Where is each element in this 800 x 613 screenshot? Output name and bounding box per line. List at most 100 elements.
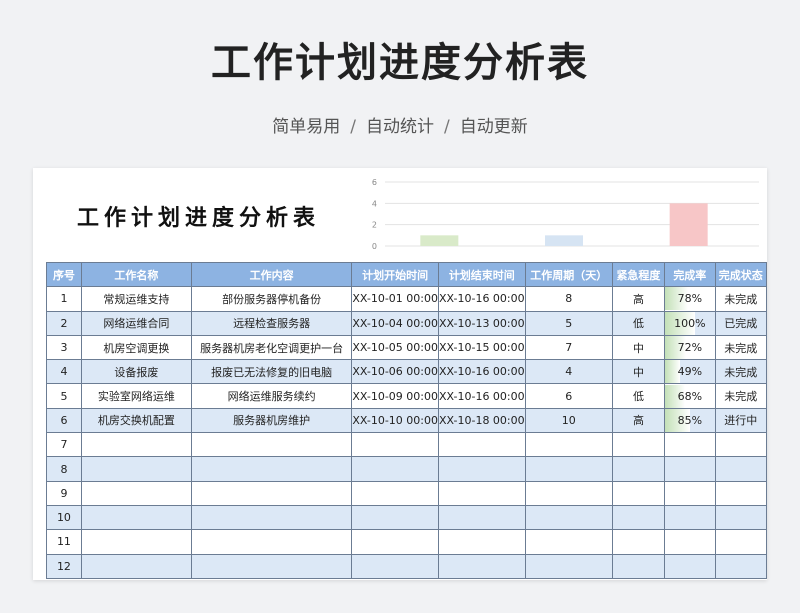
- cell-urgency[interactable]: 高: [611, 286, 666, 312]
- cell-rate[interactable]: 78%: [664, 286, 716, 312]
- cell-days[interactable]: [524, 456, 613, 482]
- cell-days[interactable]: 4: [524, 359, 613, 385]
- cell-start[interactable]: [351, 504, 439, 531]
- cell-end[interactable]: XX-10-15 00:00: [437, 334, 526, 361]
- cell-status[interactable]: 进行中: [714, 407, 767, 434]
- cell-status[interactable]: [714, 432, 767, 458]
- column-header[interactable]: 工作内容: [190, 261, 353, 288]
- cell-start[interactable]: [351, 480, 439, 506]
- cell-end[interactable]: XX-10-16 00:00: [437, 359, 526, 385]
- cell-name[interactable]: [80, 480, 192, 506]
- cell-end[interactable]: [437, 553, 526, 579]
- cell-days[interactable]: [524, 504, 613, 531]
- cell-end[interactable]: XX-10-18 00:00: [437, 407, 526, 434]
- cell-urgency[interactable]: [611, 504, 666, 531]
- cell-end[interactable]: [437, 504, 526, 531]
- cell-name[interactable]: 实验室网络运维: [80, 383, 192, 409]
- cell-urgency[interactable]: 高: [611, 407, 666, 434]
- cell-status[interactable]: 未完成: [714, 334, 767, 361]
- cell-start[interactable]: XX-10-05 00:00: [351, 334, 439, 361]
- column-header[interactable]: 紧急程度: [611, 261, 666, 288]
- cell-days[interactable]: 8: [524, 286, 613, 312]
- cell-urgency[interactable]: [611, 480, 666, 506]
- cell-name[interactable]: 常规运维支持: [80, 286, 192, 312]
- column-header[interactable]: 序号: [46, 261, 82, 288]
- cell-urgency[interactable]: [611, 432, 666, 458]
- cell-content[interactable]: [190, 553, 353, 579]
- cell-name[interactable]: 网络运维合同: [80, 310, 192, 336]
- cell-end[interactable]: XX-10-13 00:00: [437, 310, 526, 336]
- cell-content[interactable]: [190, 456, 353, 482]
- cell-content[interactable]: [190, 480, 353, 506]
- cell-no[interactable]: 5: [46, 383, 82, 409]
- column-header[interactable]: 工作名称: [80, 261, 192, 288]
- cell-start[interactable]: [351, 432, 439, 458]
- cell-status[interactable]: 未完成: [714, 383, 767, 409]
- column-header[interactable]: 工作周期（天）: [524, 261, 613, 288]
- cell-name[interactable]: 设备报废: [80, 359, 192, 385]
- cell-status[interactable]: 已完成: [714, 310, 767, 336]
- cell-content[interactable]: [190, 504, 353, 531]
- cell-no[interactable]: 11: [46, 529, 82, 555]
- cell-no[interactable]: 2: [46, 310, 82, 336]
- cell-content[interactable]: 报废已无法修复的旧电脑: [190, 359, 353, 385]
- cell-days[interactable]: 5: [524, 310, 613, 336]
- cell-rate[interactable]: [664, 504, 716, 531]
- cell-status[interactable]: 未完成: [714, 286, 767, 312]
- cell-urgency[interactable]: 中: [611, 334, 666, 361]
- cell-start[interactable]: XX-10-04 00:00: [351, 310, 439, 336]
- cell-urgency[interactable]: 中: [611, 359, 666, 385]
- cell-days[interactable]: [524, 529, 613, 555]
- column-header[interactable]: 完成率: [664, 261, 716, 288]
- cell-urgency[interactable]: [611, 553, 666, 579]
- cell-days[interactable]: [524, 480, 613, 506]
- cell-content[interactable]: [190, 529, 353, 555]
- cell-days[interactable]: 7: [524, 334, 613, 361]
- cell-name[interactable]: [80, 504, 192, 531]
- cell-start[interactable]: [351, 456, 439, 482]
- cell-rate[interactable]: 85%: [664, 407, 716, 434]
- cell-name[interactable]: 机房空调更换: [80, 334, 192, 361]
- cell-start[interactable]: [351, 553, 439, 579]
- cell-status[interactable]: [714, 553, 767, 579]
- cell-urgency[interactable]: 低: [611, 383, 666, 409]
- cell-start[interactable]: XX-10-01 00:00: [351, 286, 439, 312]
- cell-rate[interactable]: 72%: [664, 334, 716, 361]
- cell-days[interactable]: 10: [524, 407, 613, 434]
- cell-end[interactable]: [437, 480, 526, 506]
- column-header[interactable]: 计划结束时间: [437, 261, 526, 288]
- column-header[interactable]: 完成状态: [714, 261, 767, 288]
- cell-urgency[interactable]: [611, 456, 666, 482]
- cell-name[interactable]: 机房交换机配置: [80, 407, 192, 434]
- cell-rate[interactable]: [664, 553, 716, 579]
- cell-content[interactable]: 服务器机房维护: [190, 407, 353, 434]
- cell-start[interactable]: [351, 529, 439, 555]
- cell-end[interactable]: [437, 456, 526, 482]
- cell-end[interactable]: XX-10-16 00:00: [437, 286, 526, 312]
- cell-rate[interactable]: 49%: [664, 359, 716, 385]
- cell-rate[interactable]: [664, 480, 716, 506]
- column-header[interactable]: 计划开始时间: [351, 261, 439, 288]
- cell-start[interactable]: XX-10-10 00:00: [351, 407, 439, 434]
- cell-rate[interactable]: 68%: [664, 383, 716, 409]
- cell-no[interactable]: 4: [46, 359, 82, 385]
- cell-end[interactable]: [437, 432, 526, 458]
- cell-no[interactable]: 7: [46, 432, 82, 458]
- cell-content[interactable]: 服务器机房老化空调更护一台: [190, 334, 353, 361]
- cell-name[interactable]: [80, 529, 192, 555]
- cell-days[interactable]: [524, 432, 613, 458]
- cell-rate[interactable]: [664, 529, 716, 555]
- cell-content[interactable]: [190, 432, 353, 458]
- cell-no[interactable]: 6: [46, 407, 82, 434]
- cell-no[interactable]: 8: [46, 456, 82, 482]
- cell-rate[interactable]: [664, 456, 716, 482]
- cell-status[interactable]: [714, 456, 767, 482]
- cell-start[interactable]: XX-10-09 00:00: [351, 383, 439, 409]
- cell-content[interactable]: 部份服务器停机备份: [190, 286, 353, 312]
- cell-content[interactable]: 网络运维服务续约: [190, 383, 353, 409]
- cell-no[interactable]: 1: [46, 286, 82, 312]
- cell-status[interactable]: 未完成: [714, 359, 767, 385]
- cell-no[interactable]: 3: [46, 334, 82, 361]
- cell-content[interactable]: 远程检查服务器: [190, 310, 353, 336]
- cell-days[interactable]: [524, 553, 613, 579]
